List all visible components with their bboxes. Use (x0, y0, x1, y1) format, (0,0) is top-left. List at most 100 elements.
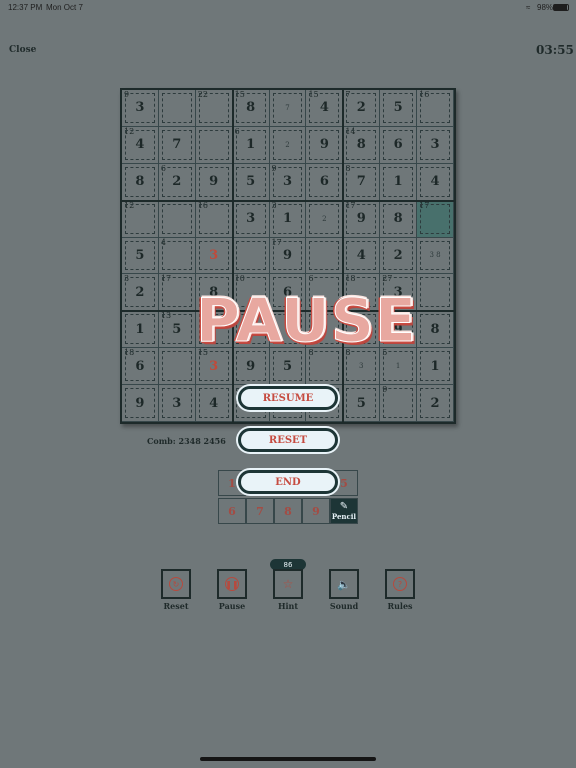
status-time: 12:37 PM (8, 3, 43, 12)
cage-sum: 9 (271, 163, 277, 173)
numpad-key-8[interactable]: 8 (274, 498, 302, 524)
grid-cell[interactable]: 14 8 (343, 126, 381, 164)
grid-cell[interactable]: 4 (343, 237, 381, 275)
grid-cell[interactable]: 3 (195, 237, 233, 275)
grid-cell[interactable] (158, 90, 196, 127)
grid-cell[interactable]: 15 4 (306, 90, 344, 127)
end-button[interactable]: END (238, 470, 338, 494)
grid-cell[interactable]: 3 (417, 126, 454, 164)
cage-border (420, 277, 450, 308)
cage-sum: 17 (345, 200, 356, 210)
grid-cell[interactable]: 17 (158, 274, 196, 312)
grid-cell[interactable]: 93 (269, 163, 307, 201)
grid-cell[interactable]: 15 8 (232, 90, 270, 127)
home-indicator (200, 757, 376, 761)
grid-cell[interactable]: 62 (158, 163, 196, 201)
grid-cell[interactable]: 5 (122, 237, 159, 275)
grid-cell[interactable]: 3 (232, 200, 270, 238)
grid-cell[interactable]: 1 (122, 311, 159, 349)
cell-value: 8 (393, 211, 403, 227)
grid-cell[interactable]: 1 (417, 348, 454, 386)
speaker-icon: 🔈 (337, 577, 351, 591)
grid-cell[interactable]: 7 (158, 126, 196, 164)
pause-tool-button[interactable]: ❚❚ (217, 569, 247, 599)
grid-cell[interactable]: 7 (269, 90, 307, 127)
cell-value: 1 (135, 321, 145, 337)
numpad-key-6[interactable]: 6 (218, 498, 246, 524)
grid-cell[interactable]: 16 (195, 200, 233, 238)
sound-tool-button[interactable]: 🔈 (329, 569, 359, 599)
cell-value: 3 (430, 137, 440, 153)
cell-value: 5 (135, 247, 145, 263)
grid-cell[interactable]: 12 (122, 200, 159, 238)
grid-cell[interactable] (158, 348, 196, 386)
grid-cell[interactable]: 5 (232, 163, 270, 201)
grid-cell[interactable]: 4 (195, 385, 233, 422)
grid-cell[interactable] (306, 237, 344, 275)
grid-cell[interactable]: 3 (158, 385, 196, 422)
grid-cell[interactable] (417, 274, 454, 312)
grid-cell[interactable]: 9 (195, 163, 233, 201)
timer: 03:55 (536, 43, 574, 57)
grid-cell[interactable] (232, 237, 270, 275)
grid-cell[interactable] (195, 126, 233, 164)
grid-cell[interactable]: 13 5 (158, 311, 196, 349)
reset-tool-button[interactable]: ↻ (161, 569, 191, 599)
grid-cell[interactable]: 9 (380, 385, 418, 422)
reset-icon: ↻ (169, 577, 183, 591)
grid-cell[interactable]: 32 (122, 274, 159, 312)
cage-border (235, 240, 266, 271)
pencil-mark: 7 (285, 103, 290, 112)
grid-cell[interactable]: 2 (306, 200, 344, 238)
grid-cell[interactable]: 87 (343, 163, 381, 201)
grid-cell[interactable]: 1 (380, 163, 418, 201)
grid-cell[interactable]: 16 (417, 90, 454, 127)
cell-value: 9 (246, 358, 256, 374)
cage-border (161, 240, 192, 271)
grid-cell[interactable]: 12 4 (122, 126, 159, 164)
close-button[interactable]: Close (9, 45, 36, 55)
grid-cell[interactable]: 2 (269, 126, 307, 164)
cage-sum: 16 (197, 200, 208, 210)
cage-sum: 9 (124, 90, 130, 99)
rules-tool-button[interactable]: ? (385, 569, 415, 599)
grid-cell[interactable] (158, 200, 196, 238)
numpad-key-7[interactable]: 7 (246, 498, 274, 524)
grid-cell[interactable]: 8 (417, 311, 454, 349)
grid-cell[interactable]: 31 (269, 200, 307, 238)
hint-tool-button[interactable]: ☆ (273, 569, 303, 599)
grid-cell[interactable]: 2 (417, 385, 454, 422)
grid-cell[interactable]: 4 (158, 237, 196, 275)
pause-title: PAUSE (196, 286, 417, 357)
cell-value: 2 (393, 247, 403, 263)
cage-sum: 17 (160, 274, 172, 284)
grid-cell[interactable]: 72 (343, 90, 381, 127)
grid-cell[interactable]: 18 6 (122, 348, 159, 386)
grid-cell[interactable]: 17 9 (343, 200, 381, 238)
grid-cell[interactable]: 4 (417, 163, 454, 201)
grid-cell[interactable]: 3 8 (417, 237, 454, 275)
cage-sum: 18 (345, 274, 356, 284)
grid-cell[interactable]: 22 (195, 90, 233, 127)
grid-cell[interactable]: 6 (306, 163, 344, 201)
grid-cell[interactable]: 17 9 (269, 237, 307, 275)
pencil-button[interactable]: ✎ Pencil (330, 498, 358, 524)
grid-cell[interactable]: 9 (122, 385, 159, 422)
grid-cell[interactable]: 93 (122, 90, 159, 127)
resume-button[interactable]: RESUME (238, 386, 338, 410)
cell-value: 1 (246, 137, 256, 153)
grid-cell[interactable]: 8 (380, 200, 418, 238)
sudoku-grid[interactable]: 9 3 22 15 8 7 15 4 7 2 5 16 12 4 7 6 1 2 9 14 8 6 3 8 6 2 9 5 9 3 6 8 7 1… (120, 88, 456, 424)
grid-cell[interactable]: 6 (380, 126, 418, 164)
cell-value: 9 (282, 247, 292, 263)
grid-cell[interactable]: 17 (417, 200, 454, 238)
numpad-key-9[interactable]: 9 (302, 498, 330, 524)
grid-cell[interactable]: 61 (232, 126, 270, 164)
grid-cell[interactable]: 5 (343, 385, 381, 422)
grid-cell[interactable]: 8 (122, 163, 159, 201)
reset-overlay-button[interactable]: RESET (238, 428, 338, 452)
grid-cell[interactable]: 9 (306, 126, 344, 164)
grid-cell[interactable]: 2 (380, 237, 418, 275)
cell-value: 3 (209, 358, 219, 374)
grid-cell[interactable]: 5 (380, 90, 418, 127)
